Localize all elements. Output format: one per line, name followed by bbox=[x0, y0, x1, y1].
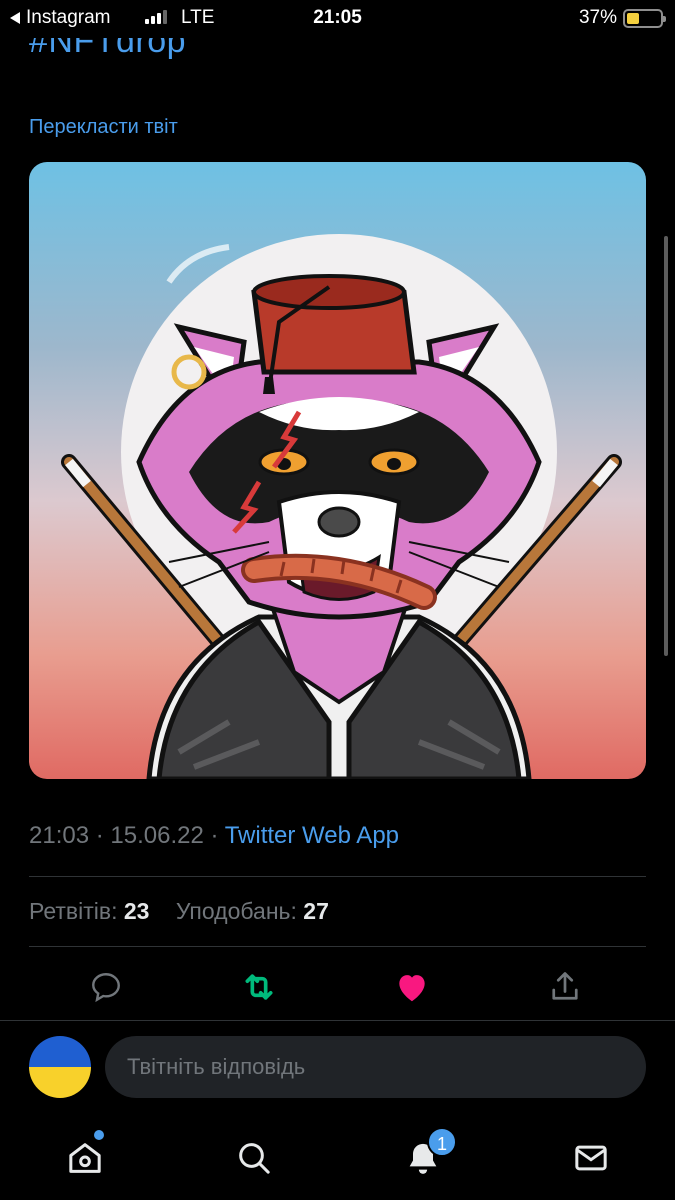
reply-input[interactable]: Твітніть відповідь bbox=[105, 1036, 646, 1098]
retweets-count[interactable]: 23 bbox=[124, 898, 150, 924]
tab-messages[interactable] bbox=[566, 1133, 616, 1183]
share-icon bbox=[552, 972, 578, 1000]
tab-bar: 1 bbox=[0, 1115, 675, 1200]
tab-home[interactable] bbox=[60, 1133, 110, 1183]
reply-icon bbox=[92, 973, 120, 1003]
share-button[interactable] bbox=[540, 962, 590, 1012]
divider bbox=[29, 876, 646, 877]
tweet-timestamp: 21:03 · 15.06.22 · Twitter Web App bbox=[29, 822, 399, 850]
source-link[interactable]: Twitter Web App bbox=[225, 822, 399, 849]
tweet-actions bbox=[0, 962, 675, 1012]
home-unread-dot bbox=[94, 1130, 104, 1140]
divider bbox=[29, 946, 646, 947]
retweet-icon bbox=[245, 974, 273, 1000]
translate-tweet-link[interactable]: Перекласти твіт bbox=[29, 116, 178, 139]
likes-label[interactable]: Уподобань: bbox=[176, 898, 297, 924]
status-bar: Instagram LTE 21:05 37% bbox=[0, 0, 675, 38]
likes-count[interactable]: 27 bbox=[303, 898, 329, 924]
battery-icon bbox=[623, 9, 666, 28]
raccoon-nft-illustration bbox=[61, 234, 622, 779]
reply-composer: Твітніть відповідь bbox=[0, 1022, 675, 1112]
divider bbox=[0, 1020, 675, 1021]
engagement-stats: Ретвітів: 23 Уподобань: 27 bbox=[29, 898, 329, 925]
home-icon bbox=[69, 1143, 101, 1173]
reply-button[interactable] bbox=[81, 962, 131, 1012]
heart-icon bbox=[399, 975, 425, 1002]
notifications-badge: 1 bbox=[427, 1127, 457, 1157]
scrollbar[interactable] bbox=[664, 236, 668, 656]
mail-icon bbox=[575, 1145, 607, 1171]
ukraine-flag-avatar[interactable] bbox=[29, 1036, 91, 1098]
battery-percent: 37% bbox=[578, 7, 617, 28]
timestamp-text: 21:03 · 15.06.22 · bbox=[29, 822, 225, 849]
retweets-label[interactable]: Ретвітів: bbox=[29, 898, 117, 924]
tweet-image[interactable] bbox=[29, 162, 646, 779]
tab-search[interactable] bbox=[229, 1133, 279, 1183]
search-icon bbox=[239, 1143, 270, 1174]
like-button[interactable] bbox=[387, 962, 437, 1012]
clock: 21:05 bbox=[313, 7, 362, 28]
retweet-button[interactable] bbox=[234, 962, 284, 1012]
